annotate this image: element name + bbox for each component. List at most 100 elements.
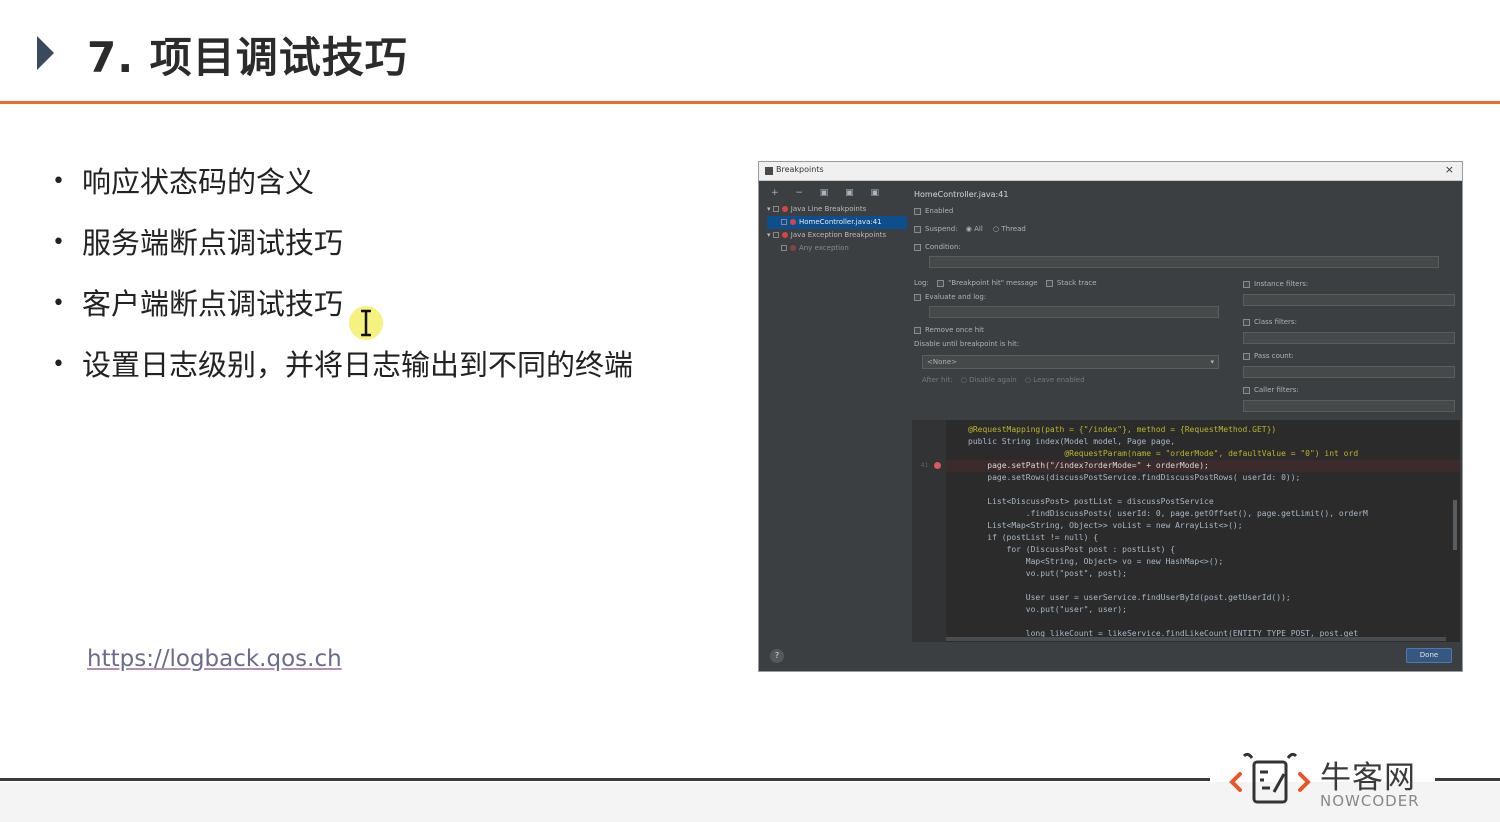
select-value: <None> [927,358,957,366]
line-number: 41 [920,462,928,469]
breakpoint-tree: ▾ Java Line Breakpoints HomeController.j… [767,203,907,255]
caller-filters-input[interactable] [1243,400,1455,412]
code-text: public String index(Model model, Page pa… [968,437,1176,446]
suspend-option[interactable]: Suspend: ◉ All ○ Thread [914,225,1026,233]
evaluate-log-option[interactable]: Evaluate and log: [914,293,986,301]
bullet-text: 响应状态码的含义 [82,165,315,199]
class-filters-label: Class filters: [1254,318,1297,326]
breakpoint-marker-icon[interactable] [934,462,941,469]
tree-node-any-exception[interactable]: Any exception [767,242,907,255]
evaluate-log-checkbox[interactable] [914,293,921,301]
horizontal-scrollbar[interactable] [946,637,1446,641]
radio-disable-again[interactable]: ○ [961,376,969,384]
log-label: Log: [914,279,929,287]
bullet-dot: • [52,291,65,316]
code-text: List<DiscussPost> postList = discussPost… [968,497,1214,506]
evaluate-log-input[interactable] [929,306,1219,318]
pass-count-option[interactable]: Pass count: [1243,352,1294,360]
slide-title: 7. 项目调试技巧 [87,33,408,82]
app-icon [765,167,773,175]
enabled-option[interactable]: Enabled [914,207,953,215]
close-icon[interactable]: × [1445,163,1454,176]
instance-filters-input[interactable] [1243,294,1455,306]
class-filters-checkbox[interactable] [1243,318,1250,326]
after-hit-options: After hit: ○ Disable again ○ Leave enabl… [922,376,1085,384]
breakpoint-icon [781,206,788,212]
bullet-item: • 服务端断点调试技巧 [50,221,633,282]
disable-until-select[interactable]: <None> ▾ [922,355,1219,369]
node-checkbox[interactable] [781,245,787,251]
code-text: @RequestParam(name = "orderMode", defaul… [968,449,1359,458]
caller-filters-option[interactable]: Caller filters: [1243,386,1299,394]
node-checkbox[interactable] [781,219,787,225]
bullet-list: • 响应状态码的含义 • 服务端断点调试技巧 • 客户端断点调试技巧 • 设置日… [50,160,633,404]
remove-once-hit-option[interactable]: Remove once hit [914,326,984,334]
code-editor-preview: @RequestMapping(path = {"/index"}, metho… [912,420,1460,642]
enabled-checkbox[interactable] [914,207,921,215]
code-text: vo.put("user", user); [968,605,1127,614]
leave-enabled-label: Leave enabled [1033,376,1085,384]
bullet-dot: • [52,169,65,194]
tree-node-line-breakpoints[interactable]: ▾ Java Line Breakpoints [767,203,907,216]
bullet-item: • 设置日志级别，并将日志输出到不同的终端 [50,343,633,404]
play-arrow-icon [37,36,54,70]
vertical-scrollbar[interactable] [1453,500,1457,550]
tree-label: HomeController.java:41 [799,218,882,226]
tree-toolbar[interactable]: + − ▣ ▣ ▣ [771,188,886,198]
help-button[interactable]: ? [770,649,784,663]
bullet-text: 设置日志级别，并将日志输出到不同的终端 [82,348,634,382]
condition-option[interactable]: Condition: [914,243,961,251]
code-text: Map<String, Object> vo = new HashMap<>()… [968,557,1224,566]
tree-node-homecontroller[interactable]: HomeController.java:41 [767,216,907,229]
code-text: for (DiscussPost post : postList) { [968,545,1176,554]
suspend-label: Suspend: [925,225,958,233]
node-checkbox[interactable] [772,232,779,238]
logback-link[interactable]: https://logback.qos.ch [87,646,342,672]
instance-filters-option[interactable]: Instance filters: [1243,280,1308,288]
exception-icon [781,232,788,238]
node-checkbox[interactable] [772,206,779,212]
class-filters-option[interactable]: Class filters: [1243,318,1297,326]
footer-divider-right [1435,778,1500,781]
radio-thread-label: Thread [1001,225,1026,233]
nowcoder-logo-icon [1229,752,1311,804]
enabled-label: Enabled [925,207,954,215]
dialog-titlebar: Breakpoints × [759,162,1462,181]
code-text: @RequestMapping(path = {"/index"}, metho… [968,425,1277,434]
bullet-dot: • [52,352,65,377]
slide-header: 7. 项目调试技巧 [0,0,1500,104]
exception-icon [790,245,796,251]
tree-label: Java Line Breakpoints [790,205,867,213]
dialog-title: Breakpoints [776,165,824,174]
chevron-down-icon: ▾ [1210,358,1214,366]
instance-filters-label: Instance filters: [1254,280,1309,288]
bullet-dot: • [52,230,65,255]
remove-once-hit-label: Remove once hit [925,326,984,334]
caller-filters-checkbox[interactable] [1243,386,1250,394]
logo-text-en: NOWCODER [1320,792,1420,810]
remove-once-hit-checkbox[interactable] [914,326,921,334]
stack-trace-checkbox[interactable] [1045,279,1053,287]
log-message-checkbox[interactable] [937,279,945,287]
code-text: if (postList != null) { [968,533,1099,542]
bullet-text: 服务端断点调试技巧 [82,226,344,260]
instance-filters-checkbox[interactable] [1243,280,1250,288]
tree-node-exception-breakpoints[interactable]: ▾ Java Exception Breakpoints [767,229,907,242]
suspend-checkbox[interactable] [914,225,921,233]
pass-count-label: Pass count: [1254,352,1294,360]
title-divider [0,101,1500,104]
class-filters-input[interactable] [1243,332,1455,344]
condition-checkbox[interactable] [914,243,921,251]
log-options: Log: "Breakpoint hit" message Stack trac… [914,279,1097,287]
code-text: vo.put("post", post); [968,569,1127,578]
footer-divider-left [0,778,1210,781]
text-cursor-icon [349,306,383,340]
code-text: User user = userService.findUserById(pos… [968,593,1291,602]
logo-text-cn: 牛客网 [1320,760,1416,796]
pass-count-input[interactable] [1243,366,1455,378]
done-button[interactable]: Done [1406,648,1452,663]
radio-all[interactable]: ◉ [966,225,974,233]
pass-count-checkbox[interactable] [1243,352,1250,360]
code-text: page.setRows(discussPostService.findDisc… [968,473,1301,482]
condition-input[interactable] [929,256,1439,268]
